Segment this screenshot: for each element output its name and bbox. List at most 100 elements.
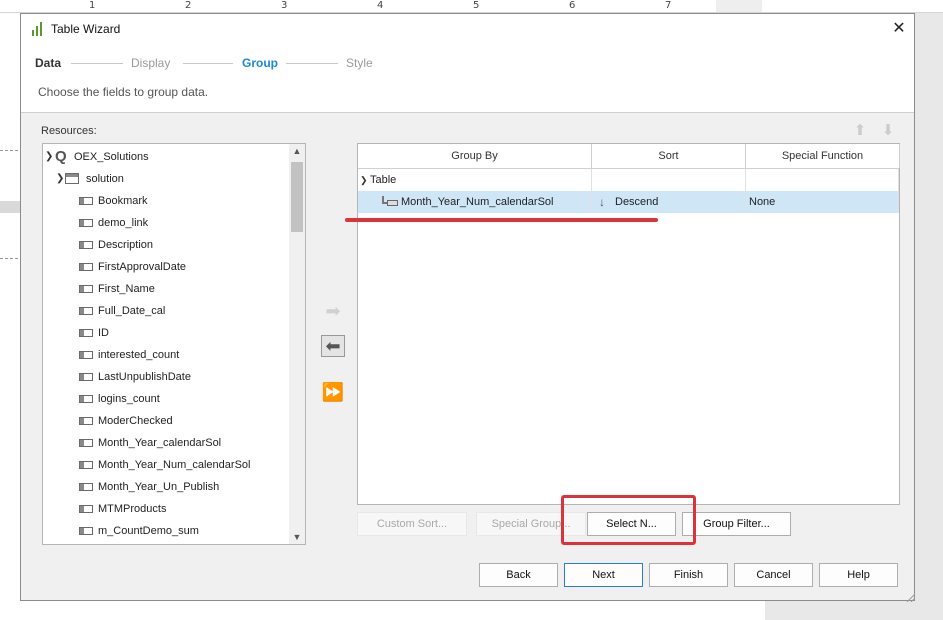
field-icon — [79, 197, 93, 205]
step-data[interactable]: Data — [35, 56, 61, 70]
chevron-down-icon[interactable]: ❯ — [45, 146, 55, 168]
ruler-number: 2 — [185, 0, 192, 11]
field-icon — [79, 395, 93, 403]
tree-field-item[interactable]: interested_count — [43, 344, 289, 366]
tree-field-item[interactable]: ID — [43, 322, 289, 344]
field-icon — [79, 329, 93, 337]
group-field-icon — [382, 196, 398, 207]
field-label: Month_Year_Un_Publish — [98, 481, 220, 493]
title-bar: Table Wizard ✕ — [21, 14, 914, 44]
column-group-by[interactable]: Group By — [358, 144, 592, 168]
scroll-down-icon[interactable]: ▼ — [289, 530, 305, 544]
group-grid[interactable]: Group By Sort Special Function ❯ Table M… — [357, 143, 900, 505]
tree-node-table[interactable]: ❯ solution — [43, 168, 289, 190]
tree-field-item[interactable]: MTMProducts — [43, 498, 289, 520]
tree-field-item[interactable]: Bookmark — [43, 190, 289, 212]
tree-field-item[interactable]: m_CountDemo_sum — [43, 520, 289, 542]
group-by-value: Month_Year_Num_calendarSol — [401, 196, 554, 208]
field-icon — [79, 439, 93, 447]
ruler-number: 3 — [281, 0, 288, 11]
field-label: Bookmark — [98, 195, 148, 207]
group-node-row[interactable]: ❯ Table — [358, 169, 899, 191]
step-display[interactable]: Display — [131, 56, 170, 70]
grid-cell: ❯ Table — [358, 169, 592, 191]
tree-field-item[interactable]: Month_Year_calendarSol — [43, 432, 289, 454]
field-label: interested_count — [98, 349, 180, 361]
scroll-up-icon[interactable]: ▲ — [289, 144, 305, 158]
ruler-number: 6 — [569, 0, 576, 11]
table-icon — [65, 173, 79, 184]
field-icon — [79, 373, 93, 381]
field-label: Month_Year_Num_calendarSol — [98, 459, 251, 471]
field-label: logins_count — [98, 393, 160, 405]
source-label: OEX_Solutions — [74, 151, 149, 163]
custom-sort-button[interactable]: Custom Sort... — [357, 512, 467, 536]
scrollbar-thumb[interactable] — [291, 162, 303, 232]
ruler: 1 2 3 4 5 6 7 — [0, 0, 943, 13]
back-button[interactable]: Back — [479, 563, 558, 587]
column-sort[interactable]: Sort — [592, 144, 746, 168]
tree-node-source[interactable]: ❯ Q OEX_Solutions — [43, 146, 289, 168]
arrow-right-icon[interactable]: ➡ — [321, 300, 345, 322]
move-up-icon[interactable]: ⬆ — [850, 121, 870, 141]
table-row[interactable]: Month_Year_Num_calendarSol ↓ Descend Non… — [358, 191, 899, 213]
annotation-underline — [345, 218, 658, 222]
grid-cell[interactable]: ↓ Descend — [592, 191, 746, 213]
resources-tree[interactable]: ❯ Q OEX_Solutions ❯ solution Bookmark dem… — [42, 143, 306, 545]
tree-field-item[interactable]: First_Name — [43, 278, 289, 300]
double-arrow-right-icon[interactable]: ⏩ — [321, 381, 345, 403]
close-icon[interactable]: ✕ — [887, 19, 911, 39]
special-function-value: None — [749, 196, 776, 208]
step-style[interactable]: Style — [346, 56, 373, 70]
field-label: m_CountDemo_sum — [98, 525, 199, 537]
field-icon — [79, 219, 93, 227]
group-filter-button[interactable]: Group Filter... — [682, 512, 791, 536]
query-icon: Q — [55, 148, 67, 165]
field-label: Full_Date_cal — [98, 305, 166, 317]
cancel-button[interactable]: Cancel — [734, 563, 813, 587]
field-icon — [79, 483, 93, 491]
table-wizard-dialog: Table Wizard ✕ Data Display Group Style … — [20, 13, 915, 602]
field-label: MTMProducts — [98, 503, 167, 515]
field-label: demo_link — [98, 217, 149, 229]
margin-guide — [0, 258, 18, 259]
resources-label: Resources: — [41, 125, 97, 137]
tree-field-item[interactable]: demo_link — [43, 212, 289, 234]
sort-descend-icon: ↓ — [599, 195, 605, 209]
grid-cell[interactable]: None — [746, 191, 899, 213]
group-node-label: Table — [370, 174, 397, 186]
tree-field-item[interactable]: Month_Year_Un_Publish — [43, 476, 289, 498]
resize-grip-icon[interactable] — [905, 592, 915, 602]
field-icon — [79, 263, 93, 271]
margin-guide — [0, 150, 18, 151]
tree-field-item[interactable]: Description — [43, 234, 289, 256]
field-label: ID — [98, 327, 109, 339]
tree-field-item[interactable]: Full_Date_cal — [43, 300, 289, 322]
tree-field-item[interactable]: logins_count — [43, 388, 289, 410]
help-button[interactable]: Help — [819, 563, 898, 587]
field-icon — [79, 351, 93, 359]
field-icon — [79, 527, 93, 535]
grid-header: Group By Sort Special Function — [358, 144, 900, 169]
chevron-down-icon[interactable]: ❯ — [360, 169, 368, 191]
field-label: First_Name — [98, 283, 155, 295]
step-group[interactable]: Group — [242, 56, 278, 70]
annotation-highlight-box — [561, 495, 696, 545]
arrow-left-icon[interactable]: ⬅ — [321, 335, 345, 357]
next-button[interactable]: Next — [564, 563, 643, 587]
column-special-function[interactable]: Special Function — [746, 144, 900, 168]
tree-scrollbar[interactable]: ▲ ▼ — [289, 144, 305, 544]
step-connector — [183, 63, 233, 64]
move-down-icon[interactable]: ⬇ — [878, 121, 898, 141]
tree-field-item[interactable]: FirstApprovalDate — [43, 256, 289, 278]
field-label: LastUnpublishDate — [98, 371, 191, 383]
ruler-number: 4 — [377, 0, 384, 11]
finish-button[interactable]: Finish — [649, 563, 728, 587]
tree-field-item[interactable]: Month_Year_Num_calendarSol — [43, 454, 289, 476]
step-connector — [286, 63, 338, 64]
field-icon — [79, 285, 93, 293]
tree-field-item[interactable]: LastUnpublishDate — [43, 366, 289, 388]
field-icon — [79, 241, 93, 249]
tree-field-item[interactable]: ModerChecked — [43, 410, 289, 432]
ruler-number: 5 — [473, 0, 480, 11]
